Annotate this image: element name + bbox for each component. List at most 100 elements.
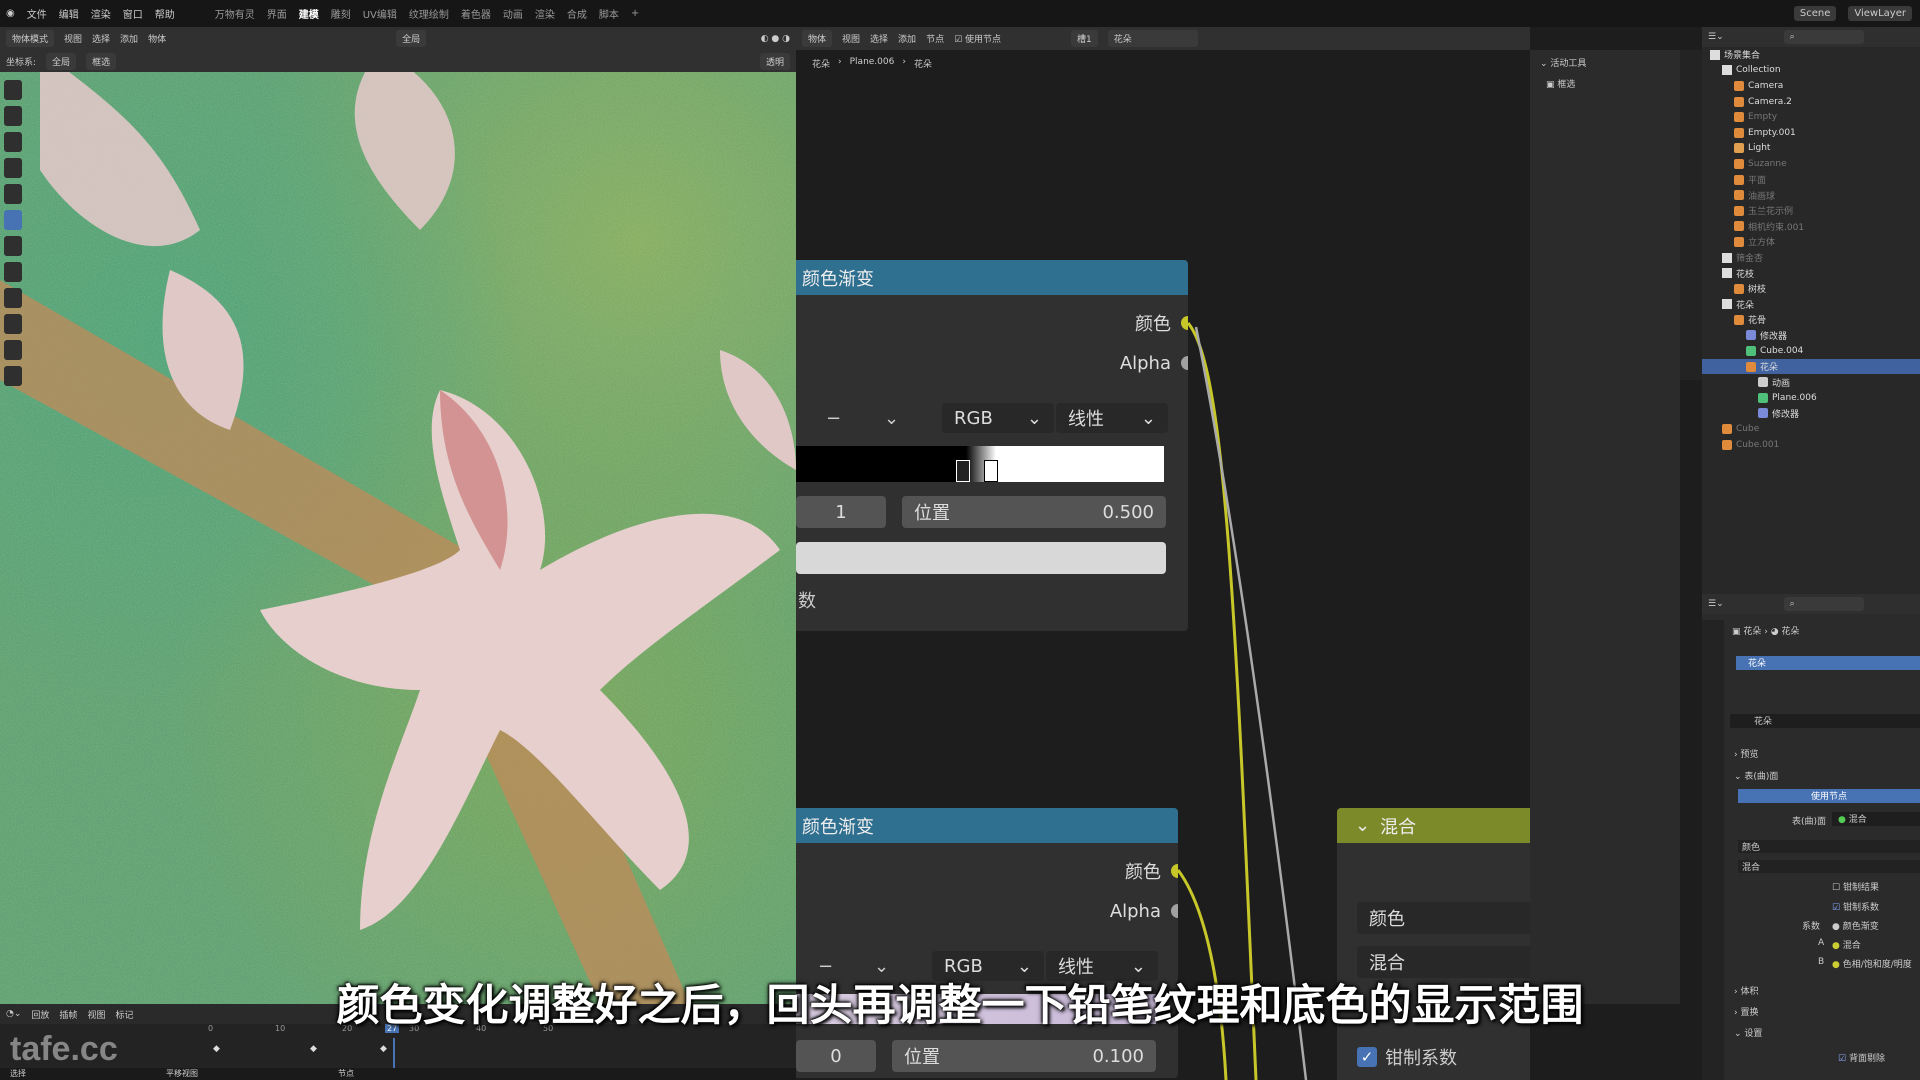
keyframe[interactable]: ◆ — [213, 1044, 220, 1054]
bevel-tool-icon[interactable] — [4, 366, 22, 386]
panel-settings[interactable]: ⌄ 设置 — [1734, 1026, 1762, 1039]
editor-type-icon[interactable]: ☰⌄ — [1708, 599, 1724, 609]
outliner-item[interactable]: Camera — [1702, 78, 1920, 94]
workspace-tab[interactable]: 雕刻 — [331, 6, 351, 21]
workspace-tab[interactable]: 界面 — [267, 6, 287, 21]
outliner-item[interactable]: Cube — [1702, 421, 1920, 437]
collapse-chevron-icon[interactable]: ⌄ — [1355, 815, 1370, 836]
display-mode-icon[interactable]: ☰⌄ — [1708, 32, 1724, 42]
checkbox-checked-icon[interactable]: ✓ — [1357, 1047, 1377, 1067]
view-mode-dropdown[interactable]: 透明 — [759, 52, 790, 70]
interpolation-dropdown[interactable]: 线性 ⌄ — [1056, 403, 1168, 433]
scene-selector[interactable]: Scene — [1793, 6, 1837, 21]
outliner-item[interactable]: 花朵 — [1702, 297, 1920, 313]
outliner-search[interactable]: ⌕ — [1783, 30, 1864, 44]
workspace-tab[interactable]: 合成 — [567, 6, 587, 21]
properties-editor[interactable]: ☰⌄ ⌕ ▣ 花朵 › ◕ 花朵 花朵 花朵 › 预览 ⌄ 表(曲)面 使用节点 … — [1702, 594, 1920, 1080]
panel-surface[interactable]: ⌄ 表(曲)面 — [1734, 769, 1778, 782]
outliner-item[interactable]: 树枝 — [1702, 281, 1920, 297]
outliner-item[interactable]: 修改器 — [1702, 406, 1920, 422]
workspace-tab-active[interactable]: 建模 — [299, 6, 319, 21]
active-stop-index[interactable]: 0 — [796, 1040, 876, 1072]
menu-view[interactable]: 视图 — [87, 1008, 105, 1021]
outliner-item[interactable]: Empty — [1702, 109, 1920, 125]
outliner-item[interactable]: 立方体 — [1702, 234, 1920, 250]
menu-add[interactable]: 添加 — [120, 32, 138, 45]
transform-orientation-dropdown[interactable]: 全局 — [396, 30, 427, 47]
menu-file[interactable]: 文件 — [27, 6, 47, 21]
timeline[interactable]: ◔⌄ 回放 插帧 视图 标记 0 10 20 30 40 50 27 ◆ ◆ ◆… — [0, 1004, 796, 1080]
pivot-dropdown[interactable]: 框选 — [86, 52, 117, 70]
view-layer-selector[interactable]: ViewLayer — [1848, 6, 1912, 21]
outliner-scene-collection[interactable]: 场景集合 — [1702, 47, 1920, 63]
mode-dropdown[interactable]: 物体模式 — [6, 30, 55, 47]
frame-ruler[interactable]: 0 10 20 30 40 50 27 — [0, 1024, 796, 1038]
remove-stop-button[interactable]: − — [826, 408, 841, 429]
outliner-item[interactable]: 筛金杏 — [1702, 250, 1920, 266]
outliner-item[interactable]: Camera.2 — [1702, 94, 1920, 110]
stop-color-swatch[interactable] — [796, 542, 1166, 574]
menu-help[interactable]: 帮助 — [155, 6, 175, 21]
mix-node[interactable]: ⌄ 混合 颜色 混合 ✓ 钳制系数 — [1337, 808, 1530, 1080]
workspace-tab[interactable]: UV编辑 — [363, 6, 397, 21]
active-tool-heading[interactable]: ⌄ 活动工具 — [1530, 50, 1680, 75]
3d-viewport[interactable] — [0, 50, 796, 1004]
menu-object[interactable]: 物体 — [148, 32, 166, 45]
menu-marker[interactable]: 标记 — [115, 1008, 133, 1021]
panel-volume[interactable]: › 体积 — [1734, 984, 1758, 997]
menu-view[interactable]: 视图 — [64, 32, 82, 45]
outliner-item[interactable]: 油画球 — [1702, 187, 1920, 203]
scale-tool-icon[interactable] — [4, 184, 22, 204]
ramp-stop-white[interactable] — [984, 460, 998, 482]
current-frame-indicator[interactable]: 27 — [385, 1024, 400, 1033]
outliner-item[interactable]: Suzanne — [1702, 156, 1920, 172]
extrude-tool-icon[interactable] — [4, 314, 22, 334]
blend-mode-field[interactable]: 混合 — [1738, 860, 1920, 873]
surface-shader-field[interactable]: ● 混合 — [1832, 812, 1920, 826]
keyframe[interactable]: ◆ — [380, 1044, 387, 1054]
outliner-item[interactable]: Cube.001 — [1702, 437, 1920, 453]
menu-edit[interactable]: 编辑 — [59, 6, 79, 21]
node-header[interactable]: 颜色渐变 — [796, 260, 1188, 295]
blend-mode-dropdown[interactable]: 混合 — [1357, 946, 1530, 978]
ramp-stop-black[interactable] — [956, 460, 970, 482]
transform-tool-icon[interactable] — [4, 210, 22, 230]
fac-input-field[interactable]: ● 颜色渐变 — [1832, 919, 1879, 932]
color-socket[interactable] — [1181, 316, 1188, 330]
workspace-tab[interactable]: 渲染 — [535, 6, 555, 21]
ramp-menu-chevron-icon[interactable]: ⌄ — [884, 408, 899, 429]
blender-logo-icon[interactable]: ◉ — [6, 8, 15, 19]
data-type-dropdown[interactable]: 颜色 — [1357, 902, 1530, 934]
menu-playback[interactable]: 回放 — [31, 1008, 49, 1021]
shading-icon[interactable]: ◐ ● ◑ — [761, 34, 790, 44]
outliner-item[interactable]: Cube.004 — [1702, 343, 1920, 359]
node-header[interactable]: ⌄ 混合 — [1337, 808, 1530, 843]
editor-type-icon[interactable]: ◔⌄ — [6, 1009, 21, 1019]
annotate-tool-icon[interactable] — [4, 236, 22, 256]
outliner-item[interactable]: 花朵 — [1702, 358, 1920, 375]
workspace-tab[interactable]: 万物有灵 — [215, 6, 255, 21]
menu-keying[interactable]: 插帧 — [59, 1008, 77, 1021]
remove-stop-button[interactable]: − — [818, 956, 833, 977]
outliner[interactable]: ☰⌄ ⌕ 场景集合 Collection Camera Camera.2 Empty Em… — [1702, 27, 1920, 594]
alpha-socket[interactable] — [1181, 356, 1188, 370]
outliner-item[interactable]: 平面 — [1702, 172, 1920, 188]
outliner-item[interactable]: 玉兰花示例 — [1702, 203, 1920, 219]
outliner-item[interactable]: Empty.001 — [1702, 125, 1920, 141]
active-stop-index[interactable]: 1 — [796, 496, 886, 528]
outliner-item[interactable]: 相机约束.001 — [1702, 219, 1920, 235]
outliner-item[interactable]: Plane.006 — [1702, 390, 1920, 406]
panel-displacement[interactable]: › 置换 — [1734, 1005, 1758, 1018]
outliner-item[interactable]: 动画 — [1702, 374, 1920, 390]
clamp-result-checkbox[interactable]: ☐ 钳制结果 — [1832, 880, 1879, 893]
properties-tabs[interactable] — [1702, 620, 1724, 1080]
inset-tool-icon[interactable] — [4, 340, 22, 360]
a-input-field[interactable]: ● 混合 — [1832, 938, 1861, 951]
add-workspace-button[interactable]: + — [631, 8, 639, 19]
ramp-menu-chevron-icon[interactable]: ⌄ — [874, 956, 889, 977]
stop-position-field[interactable]: 位置 0.100 — [892, 1040, 1156, 1072]
color-ramp-node[interactable]: 颜色渐变 颜色 Alpha − ⌄ RGB ⌄ 线性 ⌄ 1 位置 0.500 数 — [796, 260, 1188, 631]
add-cube-tool-icon[interactable] — [4, 288, 22, 308]
backface-culling-checkbox[interactable]: ☑ 背面剔除 — [1838, 1051, 1885, 1064]
properties-search[interactable]: ⌕ — [1783, 597, 1864, 611]
